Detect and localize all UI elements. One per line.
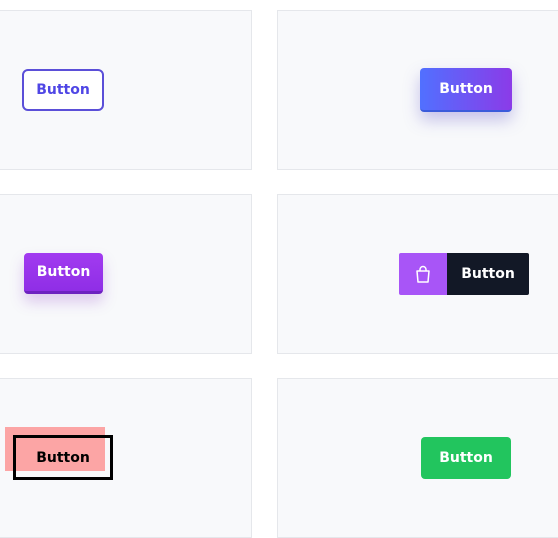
shopping-bag-icon [399, 253, 447, 295]
icon-split-button-label: Button [461, 266, 515, 282]
card-green-button [277, 378, 558, 538]
outline-button[interactable]: Button [22, 69, 104, 111]
icon-split-button[interactable]: Button [399, 253, 529, 295]
purple-button[interactable]: Button [24, 253, 103, 294]
offset-button[interactable]: Button [13, 435, 113, 480]
green-button[interactable]: Button [421, 437, 511, 479]
gradient-button[interactable]: Button [420, 68, 512, 112]
icon-split-button-text: Button [447, 253, 529, 295]
gradient-button-label: Button [439, 81, 493, 97]
offset-button-label: Button [36, 449, 90, 466]
card-gradient-button [277, 10, 558, 170]
purple-button-label: Button [36, 264, 91, 280]
outline-button-label: Button [36, 82, 90, 98]
green-button-label: Button [439, 450, 493, 466]
